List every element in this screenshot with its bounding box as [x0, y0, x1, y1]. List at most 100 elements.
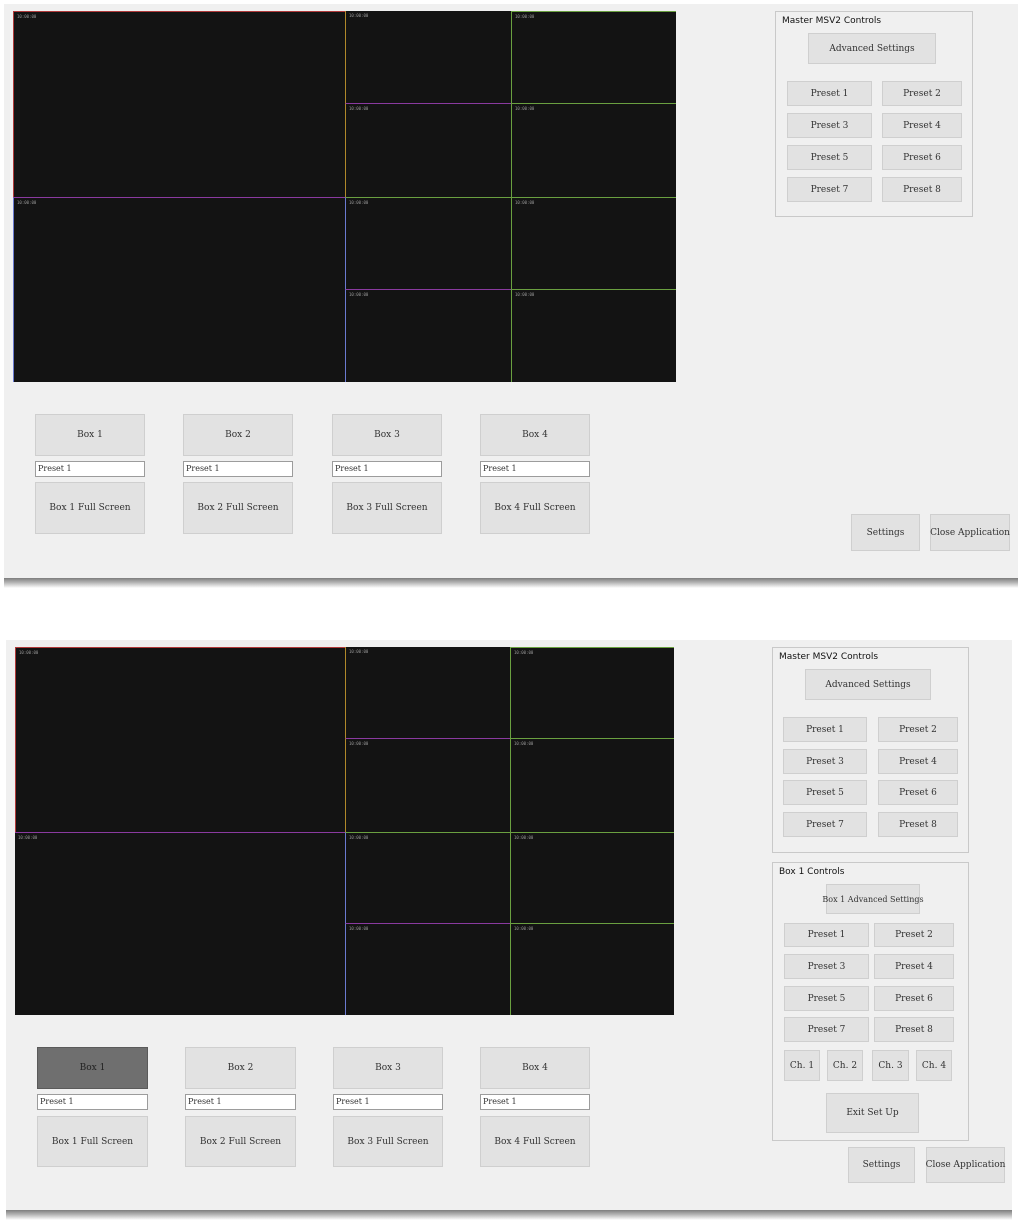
video-pane-3[interactable]: 10:00:00	[345, 11, 511, 104]
close-application-button[interactable]: Close Application	[926, 1147, 1005, 1183]
master-preset-6-button[interactable]: Preset 6	[878, 780, 958, 805]
timestamp: 10:00:00	[349, 835, 369, 840]
box-4-fullscreen-button[interactable]: Box 4 Full Screen	[480, 482, 590, 534]
master-preset-7-button[interactable]: Preset 7	[787, 177, 872, 202]
settings-button[interactable]: Settings	[848, 1147, 915, 1183]
video-pane-8[interactable]: 10:00:00	[511, 197, 676, 290]
timestamp: 10:00:00	[17, 200, 37, 205]
box-controls-title: Box 1 Controls	[779, 867, 845, 877]
master-preset-1-button[interactable]: Preset 1	[783, 717, 867, 742]
box-3-button[interactable]: Box 3	[332, 414, 442, 456]
box-3-fullscreen-button[interactable]: Box 3 Full Screen	[332, 482, 442, 534]
box-3-preset-field[interactable]: Preset 1	[333, 1094, 443, 1110]
channel-3-button[interactable]: Ch. 3	[872, 1050, 909, 1081]
master-preset-3-button[interactable]: Preset 3	[787, 113, 872, 138]
master-preset-3-button[interactable]: Preset 3	[783, 749, 867, 774]
box-2-preset-field[interactable]: Preset 1	[183, 461, 293, 477]
channel-4-button[interactable]: Ch. 4	[916, 1050, 952, 1081]
timestamp: 10:00:00	[349, 741, 369, 746]
video-pane-6[interactable]: 10:00:00	[510, 739, 674, 832]
master-preset-2-button[interactable]: Preset 2	[878, 717, 958, 742]
box-1-fullscreen-button[interactable]: Box 1 Full Screen	[37, 1116, 148, 1167]
box-2-fullscreen-button[interactable]: Box 2 Full Screen	[185, 1116, 296, 1167]
box-1-button[interactable]: Box 1	[35, 414, 145, 456]
master-controls-title: Master MSV2 Controls	[779, 652, 879, 662]
box-preset-1-button[interactable]: Preset 1	[784, 923, 869, 947]
master-preset-2-button[interactable]: Preset 2	[882, 81, 962, 106]
video-pane-6[interactable]: 10:00:00	[511, 104, 676, 197]
app-window-1: 10:00:00 10:00:00 10:00:00 10:00:00 10:0…	[4, 4, 1018, 578]
master-preset-8-button[interactable]: Preset 8	[882, 177, 962, 202]
timestamp: 10:00:00	[349, 649, 369, 654]
box-preset-2-button[interactable]: Preset 2	[874, 923, 954, 947]
timestamp: 10:00:00	[349, 292, 369, 297]
master-preset-7-button[interactable]: Preset 7	[783, 812, 867, 837]
box-preset-4-button[interactable]: Preset 4	[874, 954, 954, 979]
box-4-button[interactable]: Box 4	[480, 1047, 590, 1089]
box-preset-3-button[interactable]: Preset 3	[784, 954, 869, 979]
timestamp: 10:00:00	[514, 741, 534, 746]
video-pane-7[interactable]: 10:00:00	[345, 197, 511, 290]
video-pane-2[interactable]: 10:00:00	[13, 197, 345, 382]
video-pane-10[interactable]: 10:00:00	[511, 290, 676, 382]
master-controls-title: Master MSV2 Controls	[782, 16, 882, 26]
timestamp: 10:00:00	[514, 650, 534, 655]
timestamp: 10:00:00	[515, 106, 535, 111]
box-2-button[interactable]: Box 2	[185, 1047, 296, 1089]
box-2-button[interactable]: Box 2	[183, 414, 293, 456]
advanced-settings-button[interactable]: Advanced Settings	[808, 33, 936, 64]
box-4-fullscreen-button[interactable]: Box 4 Full Screen	[480, 1116, 590, 1167]
box-4-preset-field[interactable]: Preset 1	[480, 461, 590, 477]
video-pane-4[interactable]: 10:00:00	[511, 11, 676, 104]
master-preset-8-button[interactable]: Preset 8	[878, 812, 958, 837]
master-preset-5-button[interactable]: Preset 5	[787, 145, 872, 170]
box-2-fullscreen-button[interactable]: Box 2 Full Screen	[183, 482, 293, 534]
timestamp: 10:00:00	[18, 835, 38, 840]
box-1-preset-field[interactable]: Preset 1	[35, 461, 145, 477]
video-pane-2[interactable]: 10:00:00	[15, 832, 345, 1015]
timestamp: 10:00:00	[349, 200, 369, 205]
video-pane-5[interactable]: 10:00:00	[345, 104, 511, 197]
box-1-fullscreen-button[interactable]: Box 1 Full Screen	[35, 482, 145, 534]
settings-button[interactable]: Settings	[851, 514, 920, 551]
timestamp: 10:00:00	[514, 926, 534, 931]
timestamp: 10:00:00	[349, 926, 369, 931]
box-1-button[interactable]: Box 1	[37, 1047, 148, 1089]
video-pane-8[interactable]: 10:00:00	[510, 832, 674, 924]
video-pane-10[interactable]: 10:00:00	[510, 924, 674, 1015]
channel-1-button[interactable]: Ch. 1	[784, 1050, 820, 1081]
advanced-settings-button[interactable]: Advanced Settings	[805, 669, 931, 700]
box-3-fullscreen-button[interactable]: Box 3 Full Screen	[333, 1116, 443, 1167]
video-pane-9[interactable]: 10:00:00	[345, 290, 511, 382]
master-controls-group: Master MSV2 Controls Advanced Settings P…	[772, 647, 969, 853]
box-4-button[interactable]: Box 4	[480, 414, 590, 456]
video-pane-1[interactable]: 10:00:00	[15, 647, 345, 832]
box-preset-8-button[interactable]: Preset 8	[874, 1017, 954, 1042]
box-3-preset-field[interactable]: Preset 1	[332, 461, 442, 477]
box-preset-6-button[interactable]: Preset 6	[874, 986, 954, 1011]
master-preset-4-button[interactable]: Preset 4	[882, 113, 962, 138]
master-preset-5-button[interactable]: Preset 5	[783, 780, 867, 805]
box-2-preset-field[interactable]: Preset 1	[185, 1094, 296, 1110]
master-preset-4-button[interactable]: Preset 4	[878, 749, 958, 774]
master-preset-1-button[interactable]: Preset 1	[787, 81, 872, 106]
video-pane-3[interactable]: 10:00:00	[345, 647, 510, 739]
box-3-button[interactable]: Box 3	[333, 1047, 443, 1089]
master-preset-6-button[interactable]: Preset 6	[882, 145, 962, 170]
timestamp: 10:00:00	[514, 835, 534, 840]
box-4-preset-field[interactable]: Preset 1	[480, 1094, 590, 1110]
box-preset-5-button[interactable]: Preset 5	[784, 986, 869, 1011]
video-wall: 10:00:00 10:00:00 10:00:00 10:00:00 10:0…	[15, 647, 674, 1015]
master-controls-group: Master MSV2 Controls Advanced Settings P…	[775, 11, 973, 217]
video-pane-1[interactable]: 10:00:00	[13, 11, 345, 197]
close-application-button[interactable]: Close Application	[930, 514, 1010, 551]
box-advanced-settings-button[interactable]: Box 1 Advanced Settings	[822, 884, 924, 914]
exit-setup-button[interactable]: Exit Set Up	[826, 1093, 919, 1133]
video-pane-5[interactable]: 10:00:00	[345, 739, 510, 832]
video-pane-7[interactable]: 10:00:00	[345, 832, 510, 924]
box-1-preset-field[interactable]: Preset 1	[37, 1094, 148, 1110]
box-preset-7-button[interactable]: Preset 7	[784, 1017, 869, 1042]
channel-2-button[interactable]: Ch. 2	[827, 1050, 863, 1081]
video-pane-9[interactable]: 10:00:00	[345, 924, 510, 1015]
video-pane-4[interactable]: 10:00:00	[510, 647, 674, 739]
